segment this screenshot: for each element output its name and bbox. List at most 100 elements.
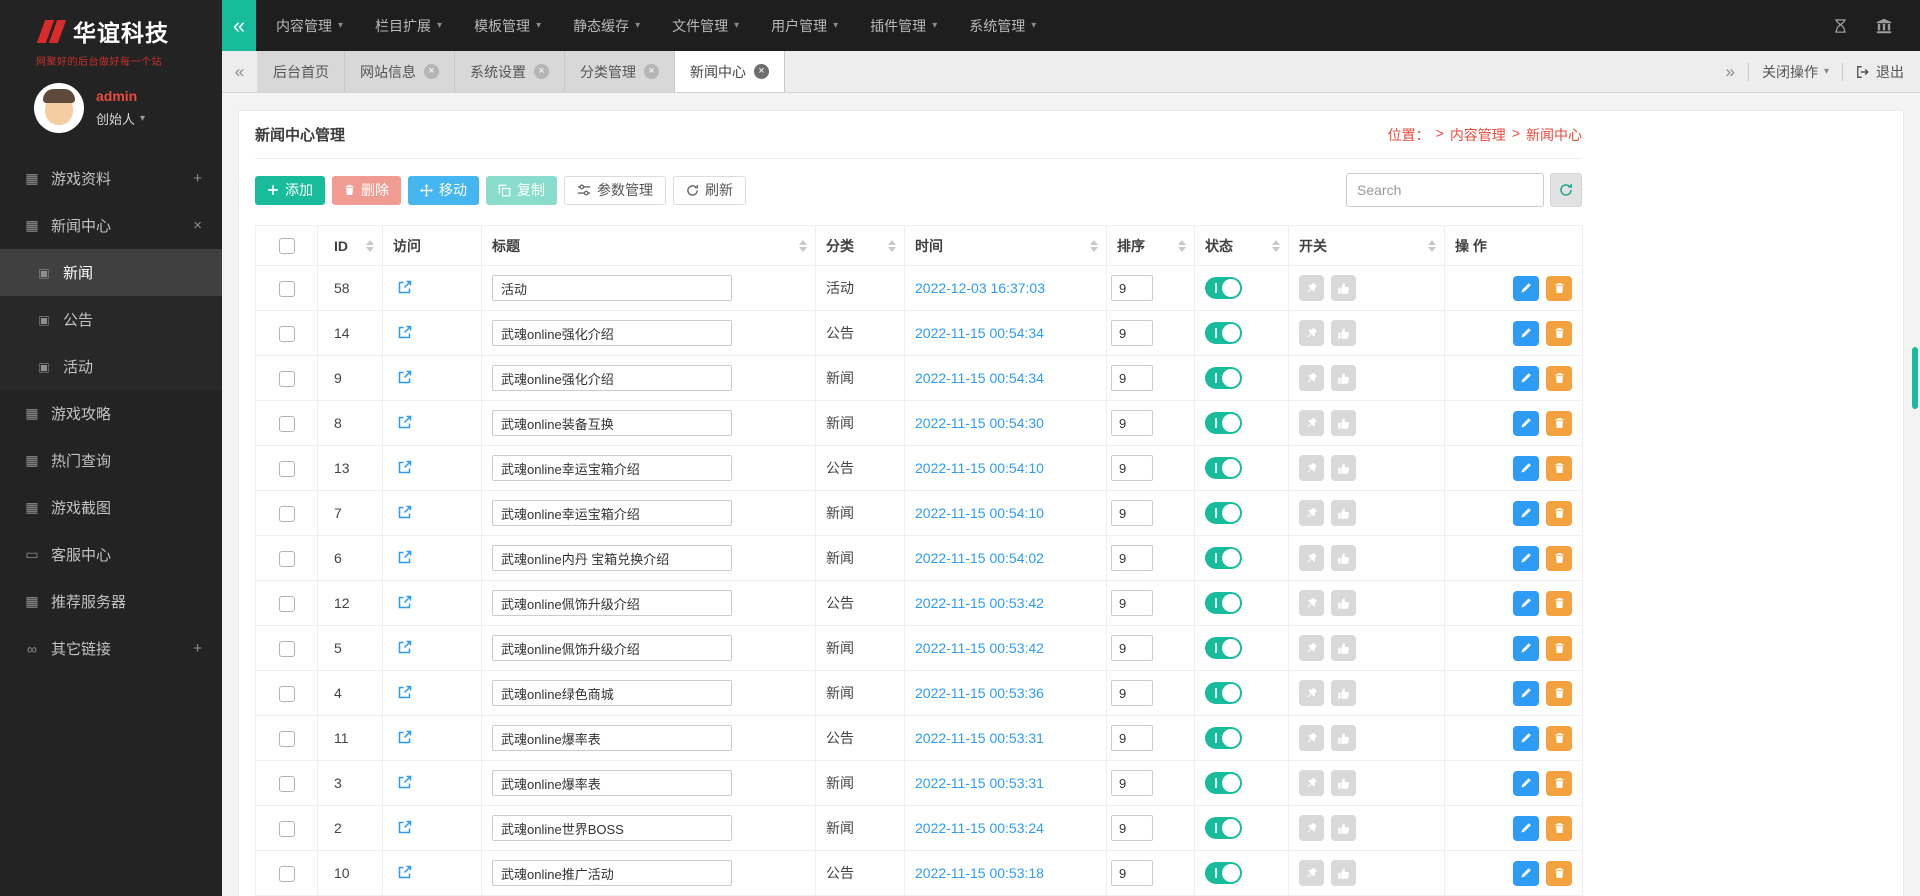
row-checkbox[interactable] [279, 596, 295, 612]
status-toggle[interactable] [1205, 457, 1242, 479]
pin-top-button[interactable] [1299, 725, 1324, 751]
nav-menu-item[interactable]: 文件管理 ▾ [656, 0, 755, 51]
edit-button[interactable] [1513, 501, 1539, 526]
delete-selected-button[interactable]: 删除 [332, 176, 401, 205]
row-checkbox[interactable] [279, 326, 295, 342]
search-input[interactable] [1346, 173, 1544, 207]
sort-input[interactable] [1111, 860, 1153, 886]
time-link[interactable]: 2022-11-15 00:53:36 [915, 685, 1044, 701]
nav-menu-item[interactable]: 系统管理 ▾ [953, 0, 1052, 51]
menu-item-toggle-icon[interactable]: + [193, 170, 202, 187]
refresh-button[interactable]: 刷新 [673, 176, 746, 205]
time-link[interactable]: 2022-11-15 00:54:34 [915, 325, 1044, 341]
pin-top-button[interactable] [1299, 680, 1324, 706]
visit-external-link-icon[interactable] [397, 414, 413, 430]
visit-external-link-icon[interactable] [397, 504, 413, 520]
time-link[interactable]: 2022-11-15 00:53:42 [915, 595, 1044, 611]
sort-input[interactable] [1111, 725, 1153, 751]
sort-input[interactable] [1111, 590, 1153, 616]
tab[interactable]: 后台首页 [258, 51, 345, 92]
status-toggle[interactable] [1205, 727, 1242, 749]
sidebar-menu-item[interactable]: ▦ 游戏攻略 [0, 390, 222, 437]
recommend-button[interactable] [1331, 590, 1356, 616]
sidebar-menu-item[interactable]: ▦ 新闻中心 × [0, 202, 222, 249]
header-title[interactable]: 标题 [482, 226, 816, 266]
delete-row-button[interactable] [1546, 411, 1572, 436]
nav-menu-item[interactable]: 内容管理 ▾ [260, 0, 359, 51]
menu-item-toggle-icon[interactable]: + [193, 640, 202, 657]
recommend-button[interactable] [1331, 275, 1356, 301]
sort-input[interactable] [1111, 320, 1153, 346]
clear-cache-building-icon[interactable] [1876, 18, 1892, 34]
status-toggle[interactable] [1205, 502, 1242, 524]
delete-row-button[interactable] [1546, 591, 1572, 616]
status-toggle[interactable] [1205, 637, 1242, 659]
nav-menu-item[interactable]: 用户管理 ▾ [755, 0, 854, 51]
delete-row-button[interactable] [1546, 771, 1572, 796]
edit-button[interactable] [1513, 681, 1539, 706]
delete-row-button[interactable] [1546, 681, 1572, 706]
recommend-button[interactable] [1331, 455, 1356, 481]
pin-top-button[interactable] [1299, 590, 1324, 616]
delete-row-button[interactable] [1546, 546, 1572, 571]
time-link[interactable]: 2022-11-15 00:53:24 [915, 820, 1044, 836]
header-category[interactable]: 分类 [816, 226, 905, 266]
edit-button[interactable] [1513, 726, 1539, 751]
delete-row-button[interactable] [1546, 636, 1572, 661]
time-link[interactable]: 2022-11-15 00:53:31 [915, 775, 1044, 791]
close-operations-dropdown[interactable]: 关闭操作 ▾ [1762, 62, 1829, 82]
sidebar-menu-item[interactable]: ▦ 热门查询 [0, 437, 222, 484]
sidebar-menu-item[interactable]: ▣ 新闻 [0, 249, 222, 296]
search-refresh-button[interactable] [1550, 173, 1582, 207]
edit-button[interactable] [1513, 591, 1539, 616]
visit-external-link-icon[interactable] [397, 279, 413, 295]
row-checkbox[interactable] [279, 821, 295, 837]
visit-external-link-icon[interactable] [397, 594, 413, 610]
visit-external-link-icon[interactable] [397, 684, 413, 700]
tabs-scroll-left-button[interactable]: « [222, 51, 258, 92]
copy-button[interactable]: 复制 [486, 176, 557, 205]
pin-top-button[interactable] [1299, 815, 1324, 841]
title-input[interactable] [492, 365, 732, 391]
visit-external-link-icon[interactable] [397, 729, 413, 745]
sort-input[interactable] [1111, 815, 1153, 841]
title-input[interactable] [492, 275, 732, 301]
delete-row-button[interactable] [1546, 366, 1572, 391]
sidebar-menu-item[interactable]: ▣ 公告 [0, 296, 222, 343]
sort-input[interactable] [1111, 635, 1153, 661]
pin-top-button[interactable] [1299, 545, 1324, 571]
title-input[interactable] [492, 680, 732, 706]
sidebar-menu-item[interactable]: ▭ 客服中心 [0, 531, 222, 578]
header-switch[interactable]: 开关 [1289, 226, 1445, 266]
tab-close-icon[interactable]: × [644, 64, 659, 79]
tab[interactable]: 新闻中心 × [675, 51, 785, 92]
delete-row-button[interactable] [1546, 816, 1572, 841]
time-link[interactable]: 2022-11-15 00:54:02 [915, 550, 1044, 566]
recommend-button[interactable] [1331, 410, 1356, 436]
status-toggle[interactable] [1205, 547, 1242, 569]
delete-row-button[interactable] [1546, 726, 1572, 751]
delete-row-button[interactable] [1546, 321, 1572, 346]
tab[interactable]: 系统设置 × [455, 51, 565, 92]
edit-button[interactable] [1513, 636, 1539, 661]
title-input[interactable] [492, 455, 732, 481]
edit-button[interactable] [1513, 771, 1539, 796]
row-checkbox[interactable] [279, 506, 295, 522]
pin-top-button[interactable] [1299, 410, 1324, 436]
edit-button[interactable] [1513, 456, 1539, 481]
page-scrollbar-thumb[interactable] [1912, 347, 1918, 409]
visit-external-link-icon[interactable] [397, 819, 413, 835]
edit-button[interactable] [1513, 321, 1539, 346]
move-button[interactable]: 移动 [408, 176, 479, 205]
row-checkbox[interactable] [279, 281, 295, 297]
title-input[interactable] [492, 590, 732, 616]
recommend-button[interactable] [1331, 320, 1356, 346]
time-link[interactable]: 2022-11-15 00:53:42 [915, 640, 1044, 656]
tabs-scroll-right-button[interactable]: » [1726, 62, 1735, 82]
status-toggle[interactable] [1205, 682, 1242, 704]
params-button[interactable]: 参数管理 [564, 176, 666, 205]
delete-row-button[interactable] [1546, 456, 1572, 481]
recommend-button[interactable] [1331, 365, 1356, 391]
recommend-button[interactable] [1331, 725, 1356, 751]
recommend-button[interactable] [1331, 500, 1356, 526]
